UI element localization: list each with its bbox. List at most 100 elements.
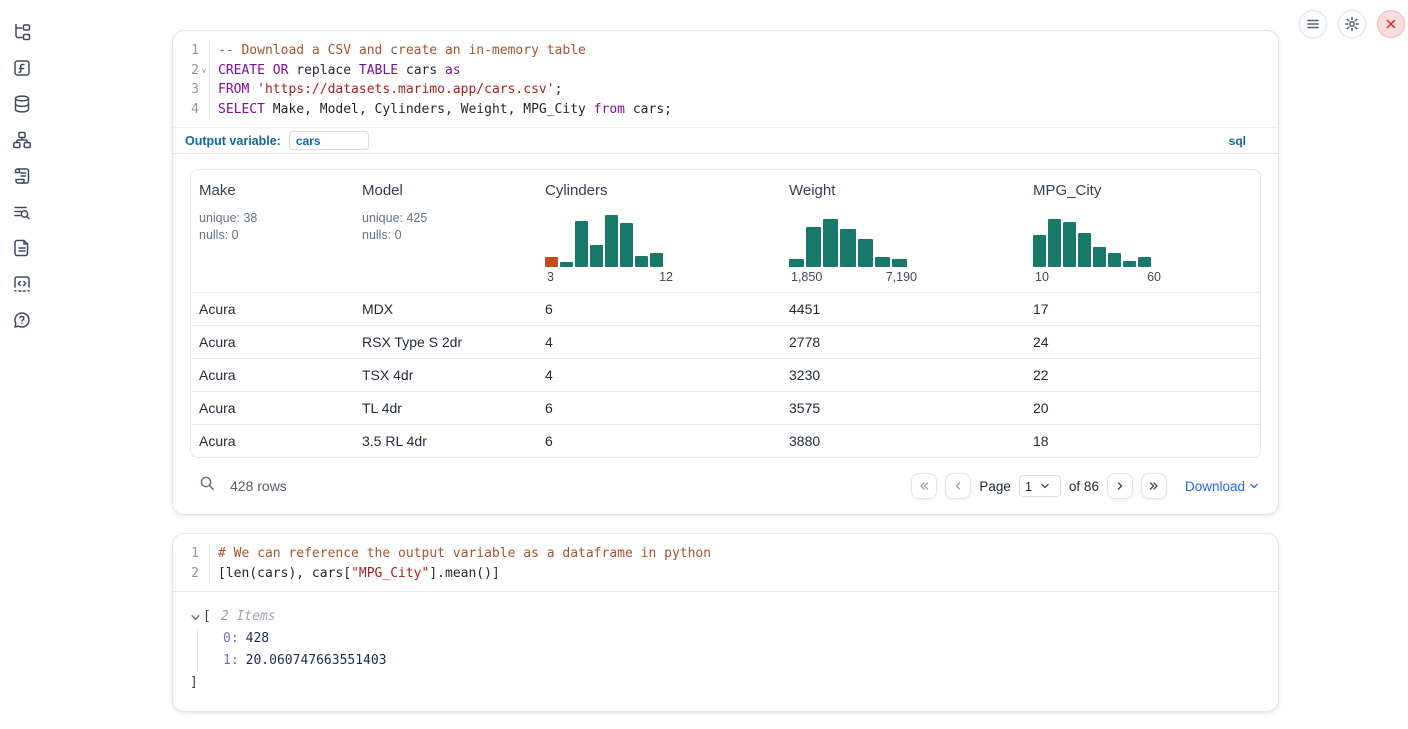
search-icon[interactable]	[199, 475, 216, 497]
snippets-icon[interactable]	[11, 273, 33, 295]
table-cell: RSX Type S 2dr	[354, 334, 537, 350]
python-code-editor[interactable]: 1# We can reference the output variable …	[173, 534, 1278, 591]
language-badge: sql	[1229, 134, 1246, 148]
table-cell: MDX	[354, 301, 537, 317]
last-page-button[interactable]	[1141, 473, 1167, 499]
documentation-icon[interactable]	[11, 237, 33, 259]
column-label[interactable]: Weight	[789, 182, 1021, 199]
item-index: 0:	[223, 631, 239, 646]
line-number: 1	[179, 544, 199, 564]
previous-page-button[interactable]	[945, 473, 971, 499]
datasources-icon[interactable]	[11, 93, 33, 115]
column-label[interactable]: MPG_City	[1033, 182, 1256, 199]
column-header-cylinders: Cylinders 3 12	[537, 170, 781, 292]
topbar-actions	[1299, 10, 1405, 38]
cylinders-histogram: 3 12	[545, 215, 777, 284]
dependency-graph-icon[interactable]	[11, 129, 33, 151]
functions-icon[interactable]	[11, 57, 33, 79]
data-table: Make unique: 38 nulls: 0 Model unique: 4…	[190, 169, 1261, 458]
menu-icon[interactable]	[1299, 10, 1327, 38]
download-button[interactable]: Download	[1185, 479, 1259, 494]
histogram-bar	[1063, 222, 1076, 267]
search-logs-icon[interactable]	[11, 201, 33, 223]
table-footer: 428 rows Page 1 of 86	[190, 468, 1261, 504]
table-cell: 6	[537, 433, 781, 449]
table-row[interactable]: AcuraTL 4dr6357520	[191, 391, 1260, 424]
shutdown-icon[interactable]	[1377, 10, 1405, 38]
table-cell: 6	[537, 301, 781, 317]
mpg-city-histogram: 10 60	[1033, 215, 1256, 284]
table-header: Make unique: 38 nulls: 0 Model unique: 4…	[191, 170, 1260, 292]
first-page-button[interactable]	[911, 473, 937, 499]
page-count-label: of 86	[1069, 479, 1099, 494]
table-cell: 4451	[781, 301, 1025, 317]
table-row[interactable]: AcuraTSX 4dr4323022	[191, 358, 1260, 391]
table-cell: 3230	[781, 367, 1025, 383]
table-cell: 20	[1025, 400, 1260, 416]
histogram-bar	[823, 219, 838, 267]
table-cell: Acura	[191, 301, 354, 317]
histogram-bar	[605, 215, 618, 267]
items-count-label: 2 Items	[221, 606, 276, 628]
table-row[interactable]: AcuraMDX6445117	[191, 292, 1260, 325]
column-label[interactable]: Model	[362, 182, 533, 199]
histogram-bar	[560, 262, 573, 267]
collapse-icon[interactable]	[190, 612, 201, 623]
page-select-value: 1	[1025, 479, 1032, 494]
column-header-mpg-city: MPG_City 10 60	[1025, 170, 1260, 292]
table-row[interactable]: AcuraRSX Type S 2dr4277824	[191, 325, 1260, 358]
table-cell: 6	[537, 400, 781, 416]
column-label[interactable]: Make	[199, 182, 350, 199]
item-value: 428	[246, 631, 269, 646]
histogram-bar	[875, 257, 890, 267]
settings-icon[interactable]	[1338, 10, 1366, 38]
column-header-model: Model unique: 425 nulls: 0	[354, 170, 537, 292]
table-cell: 18	[1025, 433, 1260, 449]
histogram-bar	[575, 221, 588, 267]
table-cell: 3880	[781, 433, 1025, 449]
table-row[interactable]: Acura3.5 RL 4dr6388018	[191, 424, 1260, 457]
hist-max-label: 60	[1147, 270, 1161, 284]
table-cell: 3.5 RL 4dr	[354, 433, 537, 449]
table-cell: Acura	[191, 334, 354, 350]
file-explorer-icon[interactable]	[11, 21, 33, 43]
histogram-bar	[840, 229, 855, 267]
table-cell: 17	[1025, 301, 1260, 317]
histogram-bar	[1093, 247, 1106, 267]
fold-icon[interactable]: ∨	[199, 61, 209, 81]
hist-min-label: 1,850	[791, 270, 822, 284]
table-body: AcuraMDX6445117AcuraRSX Type S 2dr427782…	[191, 292, 1260, 457]
hist-min-label: 10	[1035, 270, 1049, 284]
page-select[interactable]: 1	[1019, 475, 1061, 497]
list-item: 1:20.060747663551403	[223, 650, 1261, 672]
table-cell: 4	[537, 334, 781, 350]
row-count: 428 rows	[230, 478, 287, 494]
table-cell: 2778	[781, 334, 1025, 350]
table-cell: 22	[1025, 367, 1260, 383]
next-page-button[interactable]	[1107, 473, 1133, 499]
sql-code-editor[interactable]: 1-- Download a CSV and create an in-memo…	[173, 31, 1278, 127]
list-item: 0: 428	[223, 628, 1261, 650]
column-header-make: Make unique: 38 nulls: 0	[191, 170, 354, 292]
sql-cell: 1-- Download a CSV and create an in-memo…	[172, 30, 1279, 515]
histogram-bar	[590, 245, 603, 267]
column-stat: nulls: 0	[199, 227, 350, 244]
column-label[interactable]: Cylinders	[545, 182, 777, 199]
histogram-bar	[1138, 257, 1151, 267]
line-number: 1	[179, 41, 199, 61]
histogram-bar	[1048, 219, 1061, 267]
table-cell: Acura	[191, 400, 354, 416]
histogram-bar	[789, 259, 804, 267]
table-cell: 4	[537, 367, 781, 383]
histogram-bar	[1078, 233, 1091, 267]
help-icon[interactable]	[11, 309, 33, 331]
logs-icon[interactable]	[11, 165, 33, 187]
page-label: Page	[979, 479, 1011, 494]
output-variable-input[interactable]	[289, 131, 369, 150]
item-value: 20.060747663551403	[246, 653, 387, 668]
table-cell: Acura	[191, 367, 354, 383]
column-stat: unique: 425	[362, 210, 533, 227]
column-stat: unique: 38	[199, 210, 350, 227]
download-label: Download	[1185, 479, 1245, 494]
sql-output-section: Make unique: 38 nulls: 0 Model unique: 4…	[173, 154, 1278, 514]
